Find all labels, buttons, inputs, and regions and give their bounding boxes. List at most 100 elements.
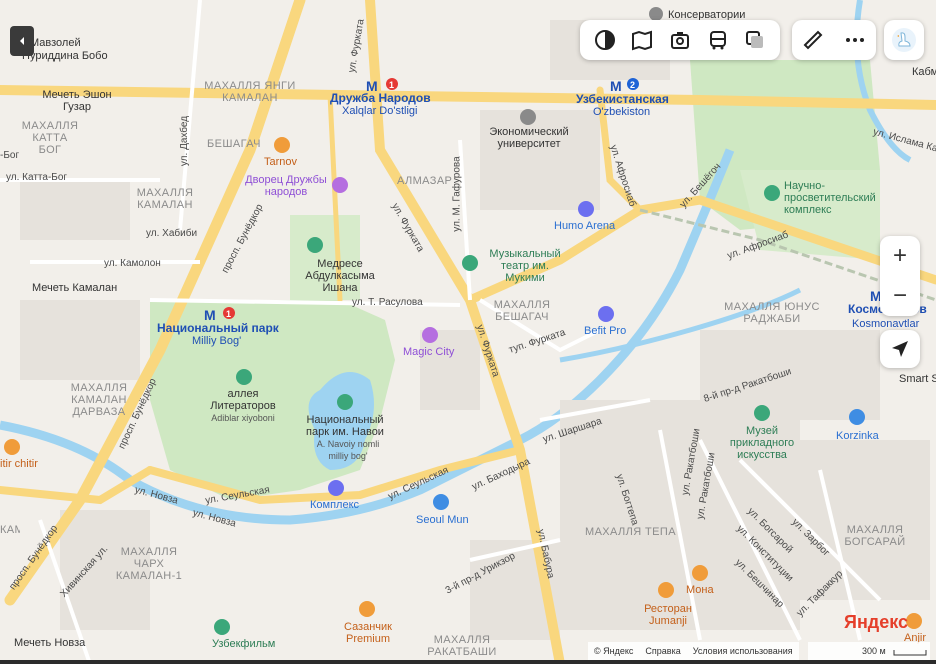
map-layers-button[interactable] [591,26,619,54]
copyright-text: © Яндекс [594,646,634,656]
poi-sublabel: Adiblar xiyoboni [211,413,275,423]
street-label: ул. Дахбед [179,115,191,167]
poi-label[interactable]: Мечеть Камалан [32,282,117,294]
street-label: -Бог [0,150,20,161]
district-label: МАХАЛЛЯ ЧАРХ КАМАЛАН-1 [115,546,183,582]
metro-label[interactable]: Дружба Народов [330,92,431,104]
poi-label[interactable]: Комплекс [310,499,359,511]
metro-sublabel: Milliy Bog' [192,335,242,347]
seoul-marker[interactable] [433,494,449,510]
district-label: МАХАЛЛЯ ТЕПА [585,526,676,538]
korzinka-marker[interactable] [849,409,865,425]
poi-label[interactable]: Национальный парк им. Навои [300,414,390,438]
poi-label[interactable]: Seoul Mun [416,514,469,526]
dvorets-marker[interactable] [332,177,348,193]
poi-label[interactable]: Мавзолей [30,37,81,49]
bottom-edge [0,660,936,664]
poi-label[interactable]: Мона [686,584,714,596]
transport-button[interactable] [704,26,732,54]
poi-label[interactable]: аллея Литераторов [208,388,278,412]
alley-marker[interactable] [236,369,252,385]
district-label: МАХАЛЛЯ БОГСАРАЙ [844,524,906,548]
theatre-marker[interactable] [462,255,478,271]
poi-label[interactable]: Сазанчик Premium [340,621,396,645]
more-button[interactable] [841,26,869,54]
poi-label[interactable]: Медресе Абдулкасыма Ишана [290,258,390,294]
district-label: МАХАЛЛЯ КАМАЛАН ДАРВАЗА [70,382,128,418]
tools-toolbar [792,20,876,60]
complex-marker[interactable] [328,480,344,496]
district-label: МАХАЛЛЯ РАКАТБАШИ [427,634,497,658]
restoran-marker[interactable] [658,582,674,598]
street-label: ул. М. Гафурова [451,156,463,232]
district-label: КАМАЛАН-2 [0,524,20,536]
district-label: БЕШАГАЧ [207,138,261,150]
panorama-button[interactable] [628,26,656,54]
zoom-in-button[interactable]: + [880,236,920,276]
scale-bar: 300 м [808,642,930,660]
layers-square-icon [746,31,764,48]
poi-label[interactable]: Музей прикладного искусства [720,425,804,461]
scale-line [893,650,927,656]
metro-sublabel: Xalqlar Do'stligi [342,105,418,117]
yandex-logo: Яндекс [844,612,908,633]
metro-label[interactable]: Узбекистанская [576,93,669,105]
more-dots-icon [846,38,864,42]
district-label: МАХАЛЛЯ ЯНГИ КАМАЛАН [204,80,296,104]
metro-sublabel: Kosmonavtlar [852,318,920,330]
chitir-marker[interactable] [4,439,20,455]
poi-label[interactable]: itir chitir [0,458,38,470]
street-label: ул. Катта-Бог [6,172,68,183]
poi-label[interactable]: Befit Pro [584,325,626,337]
line-number: 1 [226,309,231,319]
help-link[interactable]: Справка [645,646,680,656]
poi-label[interactable]: Музыкальный театр им. Мукими [480,248,570,284]
layers-circle-icon [594,30,615,50]
chevron-left-icon [20,37,24,45]
district-label: МАХАЛЛЯ КАМАЛАН [136,187,194,211]
poi-label[interactable]: Ресторан Jumanji [641,603,695,627]
terms-link[interactable]: Условия использования [693,646,793,656]
nauchno-marker[interactable] [764,185,780,201]
poi-label[interactable]: Кабм [912,66,936,78]
museum-marker[interactable] [754,405,770,421]
poi-label[interactable]: Нуриддина Бобо [22,50,108,62]
metro-label[interactable]: Национальный парк [157,322,279,334]
befit-marker[interactable] [598,306,614,322]
collapse-panel-button[interactable] [10,26,34,56]
mona-marker[interactable] [692,565,708,581]
anjir-marker[interactable] [906,613,922,629]
economic-marker[interactable] [520,109,536,125]
ruler-button[interactable] [799,26,827,54]
line-number: 2 [630,80,635,90]
navoi-marker[interactable] [337,394,353,410]
photo-button[interactable] [666,26,694,54]
magic-marker[interactable] [422,327,438,343]
user-avatar-button[interactable] [884,20,924,60]
layers-toolbar [580,20,780,60]
poi-label[interactable]: Мечеть Эшон Гузар [42,89,112,113]
locate-me-button[interactable] [880,330,920,368]
poi-label[interactable]: Узбекфильм [212,638,275,650]
madrasa-marker[interactable] [307,237,323,253]
poi-label[interactable]: Smart S [899,373,936,385]
street-label: ул. Камолон [104,258,161,269]
conservatory-marker[interactable] [649,7,663,21]
poi-label[interactable]: Magic City [403,346,454,358]
poi-label[interactable]: Korzinka [836,430,879,442]
poi-label[interactable]: Humo Arena [554,220,615,232]
district-label: МАХАЛЛЯ БЕШАГАЧ [493,299,551,323]
street-label: ул. Т. Расулова [352,297,423,308]
poi-label[interactable]: Tarnov [264,156,297,168]
street-label: ул. Хабиби [146,228,198,239]
zoom-out-button[interactable]: − [880,276,920,316]
humo-marker[interactable] [578,201,594,217]
poi-label[interactable]: Экономический университет [484,126,574,150]
poi-label[interactable]: Дворец Дружбы народов [238,174,334,198]
sazanchik-marker[interactable] [359,601,375,617]
tarnov-marker[interactable] [274,137,290,153]
traffic-button[interactable] [741,26,769,54]
uzbekfilm-marker[interactable] [214,619,230,635]
poi-label[interactable]: Научно-просветительский комплекс [784,180,894,216]
poi-label[interactable]: Мечеть Новза [14,637,85,649]
